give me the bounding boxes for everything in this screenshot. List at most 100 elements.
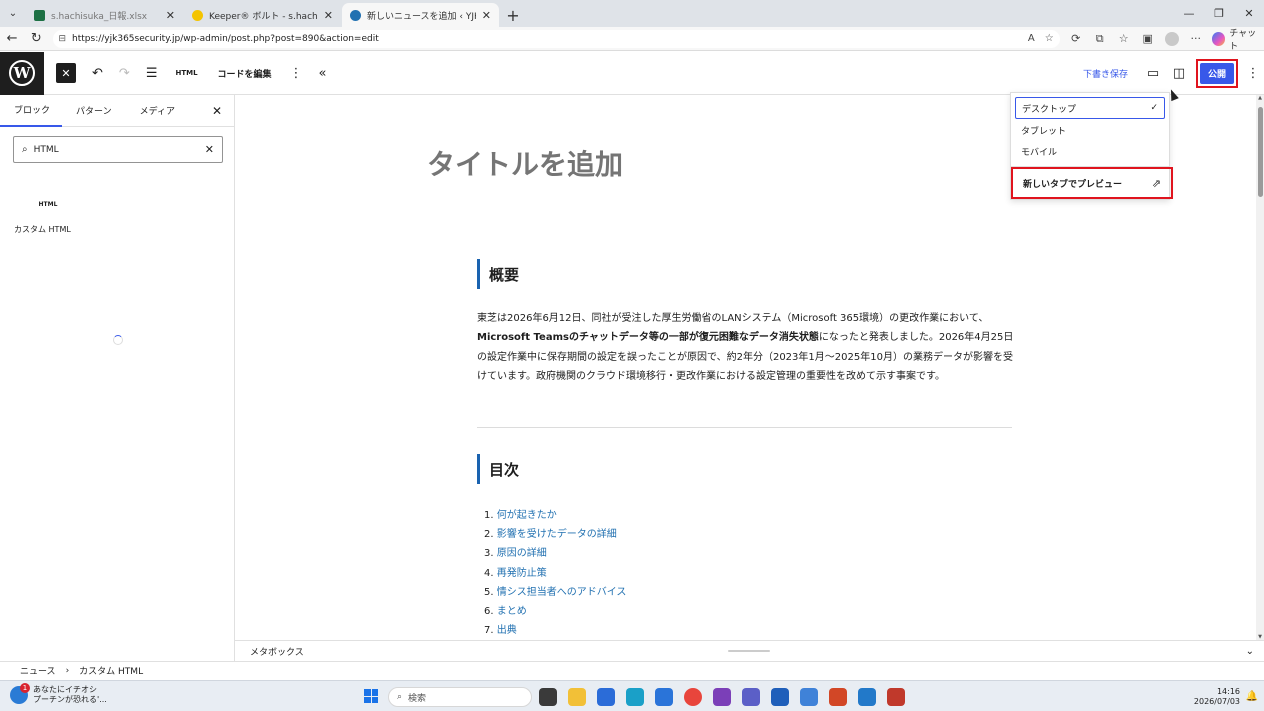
close-tab-icon[interactable]: ✕ <box>166 9 175 22</box>
tab-title: s.hachisuka_日報.xlsx <box>51 11 148 22</box>
canvas-scrollbar[interactable]: ▲ ▼ <box>1256 95 1264 640</box>
edit-code-button[interactable]: コードを編集 <box>208 52 282 95</box>
toc-link[interactable]: 出典 <box>497 625 517 636</box>
chrome-icon[interactable] <box>684 688 702 706</box>
taskbar-apps <box>539 688 916 706</box>
document-overview-icon[interactable]: ☰ <box>138 52 166 95</box>
app-icon[interactable] <box>800 688 818 706</box>
address-bar[interactable]: ⊟ https://yjk365security.jp/wp-admin/pos… <box>52 29 1060 48</box>
browser-tab-keeper[interactable]: Keeper® ボルト - s.hachisuka@y-jk ✕ <box>184 3 341 27</box>
excel-favicon-icon <box>34 9 45 21</box>
widget-subtitle: プーチンが恐れる'... <box>33 695 107 704</box>
save-draft-button[interactable]: 下書き保存 <box>1071 67 1140 80</box>
more-dots-icon[interactable]: ··· <box>1184 32 1208 45</box>
options-vertical-dots-icon[interactable]: ⋮ <box>282 52 311 95</box>
block-inserter-panel: ブロック パターン メディア ✕ ⌕ HTML ✕ HTML カスタム HTML <box>0 95 235 661</box>
toc-link[interactable]: 影響を受けたデータの詳細 <box>497 529 617 540</box>
maximize-icon[interactable]: ❐ <box>1204 0 1234 27</box>
preview-device-icon[interactable]: ▭ <box>1140 66 1166 81</box>
toc-link[interactable]: まとめ <box>497 606 527 617</box>
wordpress-logo-icon: W <box>9 60 35 86</box>
tab-patterns[interactable]: パターン <box>62 95 126 127</box>
scrollbar-thumb[interactable] <box>1258 107 1263 197</box>
block-search-input[interactable]: ⌕ HTML ✕ <box>13 136 223 163</box>
html-block-icon[interactable]: HTML <box>165 52 207 95</box>
publish-button[interactable]: 公開 <box>1200 63 1234 84</box>
news-widget[interactable]: 1 あなたにイチオシ プーチンが恐れる'... <box>10 683 107 705</box>
split-screen-icon[interactable]: ⧉ <box>1088 32 1112 46</box>
preview-mobile-option[interactable]: モバイル <box>1015 140 1165 162</box>
new-tab-plus-icon[interactable]: + <box>500 3 526 27</box>
close-inserter-button[interactable]: ✕ <box>56 63 76 83</box>
extensions-icon[interactable]: ⟳ <box>1064 32 1088 45</box>
teams-icon[interactable] <box>742 688 760 706</box>
favorites-icon[interactable]: ☆ <box>1112 32 1136 45</box>
minimize-icon[interactable]: — <box>1174 0 1204 27</box>
post-title-input[interactable]: タイトルを追加 <box>427 143 623 183</box>
back-arrow-icon[interactable]: ← <box>0 27 24 51</box>
tab-actions-chevron-icon[interactable]: ⌄ <box>0 0 26 27</box>
browser-tab-wordpress[interactable]: 新しいニュースを追加 ‹ YJK365 Securit ✕ <box>342 3 499 27</box>
widget-title: あなたにイチオシ <box>33 685 97 694</box>
file-explorer-icon[interactable] <box>568 688 586 706</box>
powerpoint-icon[interactable] <box>829 688 847 706</box>
preview-desktop-option[interactable]: デスクトップ ✓ <box>1015 97 1165 119</box>
resize-handle[interactable] <box>728 650 770 652</box>
overview-paragraph[interactable]: 東芝は2026年6月12日、同社が受注した厚生労働省のLANシステム（Micro… <box>477 309 1015 386</box>
refresh-icon[interactable]: ↻ <box>24 27 48 51</box>
system-clock[interactable]: 14:16 2026/07/03 <box>1194 687 1240 707</box>
store-icon[interactable] <box>655 688 673 706</box>
scroll-up-arrow-icon[interactable]: ▲ <box>1256 95 1264 101</box>
undo-icon[interactable]: ↶ <box>84 52 111 95</box>
close-window-icon[interactable]: ✕ <box>1234 0 1264 27</box>
collections-icon[interactable]: ▣ <box>1136 32 1160 45</box>
close-tab-icon[interactable]: ✕ <box>482 9 491 22</box>
close-tab-icon[interactable]: ✕ <box>324 9 333 22</box>
onenote-icon[interactable] <box>713 688 731 706</box>
more-options-icon[interactable]: ⋮ <box>1242 66 1264 81</box>
clear-search-icon[interactable]: ✕ <box>205 143 214 156</box>
copilot-button[interactable]: チャット <box>1211 26 1264 52</box>
close-inserter-icon[interactable]: ✕ <box>212 95 222 127</box>
tab-media[interactable]: メディア <box>126 95 189 127</box>
toc-link[interactable]: 原因の詳細 <box>497 548 547 559</box>
chevron-down-icon[interactable]: ⌄ <box>1246 646 1254 657</box>
notification-bell-icon[interactable]: 🔔 <box>1246 691 1258 702</box>
collapse-chevrons-icon[interactable]: « <box>311 52 335 95</box>
copilot-icon <box>1211 31 1226 46</box>
vscode-icon[interactable] <box>858 688 876 706</box>
settings-sidebar-icon[interactable]: ◫ <box>1166 66 1192 81</box>
block-item-custom-html[interactable]: HTML カスタム HTML <box>14 195 84 240</box>
word-icon[interactable] <box>771 688 789 706</box>
wordpress-logo-button[interactable]: W <box>0 51 44 95</box>
profile-avatar[interactable] <box>1164 31 1179 46</box>
redo-icon[interactable]: ↷ <box>111 52 138 95</box>
browser-tab-excel[interactable]: s.hachisuka_日報.xlsx ✕ <box>26 3 183 27</box>
site-info-icon[interactable]: ⊟ <box>59 34 67 44</box>
editor-header: W ✕ ↶ ↷ ☰ HTML コードを編集 ⋮ « 下書き保存 ▭ ◫ 公開 ⋮ <box>0 51 1264 95</box>
breadcrumb-item[interactable]: ニュース <box>20 664 56 677</box>
search-value[interactable]: HTML <box>34 145 205 155</box>
edge-icon[interactable] <box>626 688 644 706</box>
toc-link[interactable]: 何が起きたか <box>497 510 557 521</box>
windows-start-icon[interactable] <box>364 689 378 703</box>
read-aloud-icon[interactable]: A <box>1028 33 1035 44</box>
outlook-icon[interactable] <box>597 688 615 706</box>
heading-toc[interactable]: 目次 <box>477 454 519 484</box>
tab-blocks[interactable]: ブロック <box>0 95 63 127</box>
toc-link[interactable]: 情シス担当者へのアドバイス <box>497 587 627 598</box>
snipping-tool-icon[interactable] <box>887 688 905 706</box>
metabox-panel[interactable]: メタボックス ⌄ <box>235 640 1264 661</box>
url-text[interactable]: https://yjk365security.jp/wp-admin/post.… <box>72 34 1018 44</box>
taskbar-search[interactable]: ⌕ 検索 <box>388 687 532 707</box>
preview-tablet-option[interactable]: タブレット <box>1015 119 1165 141</box>
breadcrumb-item[interactable]: カスタム HTML <box>79 664 143 677</box>
preview-new-tab-button[interactable]: 新しいタブでプレビュー ⇗ <box>1011 167 1173 199</box>
toc-link[interactable]: 再発防止策 <box>497 568 547 579</box>
favorite-star-icon[interactable]: ☆ <box>1045 33 1054 44</box>
list-item: 3. 原因の詳細 <box>484 548 547 560</box>
task-view-icon[interactable] <box>539 688 557 706</box>
table-of-contents-list: 1. 何が起きたか 2. 影響を受けたデータの詳細 3. 原因の詳細 4. 再発… <box>484 506 626 640</box>
publish-highlight: 公開 <box>1196 59 1238 88</box>
heading-overview[interactable]: 概要 <box>477 259 519 289</box>
